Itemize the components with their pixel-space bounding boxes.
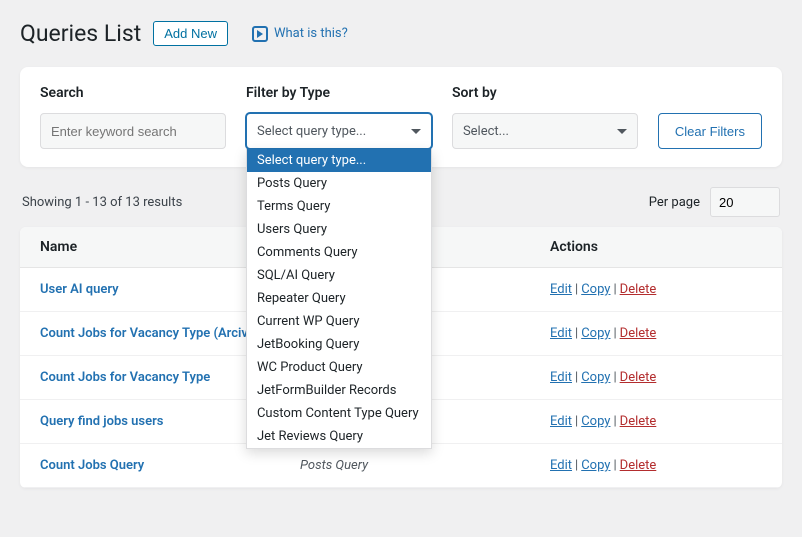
dropdown-option[interactable]: Comments Query bbox=[247, 241, 431, 264]
query-name-link[interactable]: Count Jobs for Vacancy Type bbox=[40, 370, 210, 385]
dropdown-option[interactable]: Users Query bbox=[247, 218, 431, 241]
query-name-link[interactable]: Count Jobs for Vacancy Type (Arcive) bbox=[40, 326, 259, 341]
edit-link[interactable]: Edit bbox=[550, 326, 572, 341]
filter-type-select[interactable]: Select query type... bbox=[246, 113, 432, 149]
chevron-down-icon bbox=[617, 129, 627, 134]
copy-link[interactable]: Copy bbox=[581, 414, 610, 429]
edit-link[interactable]: Edit bbox=[550, 282, 572, 297]
what-is-this-link[interactable]: What is this? bbox=[252, 26, 348, 42]
per-page-input[interactable] bbox=[710, 187, 780, 217]
query-name-link[interactable]: User AI query bbox=[40, 282, 119, 297]
copy-link[interactable]: Copy bbox=[581, 282, 610, 297]
per-page-label: Per page bbox=[649, 195, 700, 210]
sort-select[interactable]: Select... bbox=[452, 113, 638, 149]
dropdown-option[interactable]: Custom Content Type Query bbox=[247, 402, 431, 425]
delete-link[interactable]: Delete bbox=[620, 282, 657, 297]
dropdown-option[interactable]: Select query type... bbox=[247, 149, 431, 172]
edit-link[interactable]: Edit bbox=[550, 414, 572, 429]
delete-link[interactable]: Delete bbox=[620, 370, 657, 385]
page-title: Queries List bbox=[20, 20, 141, 47]
query-type: Posts Query bbox=[300, 458, 550, 473]
table-row: Count Jobs QueryPosts QueryEdit|Copy|Del… bbox=[20, 444, 782, 488]
dropdown-option[interactable]: SQL/AI Query bbox=[247, 264, 431, 287]
dropdown-option[interactable]: JetFormBuilder Records bbox=[247, 379, 431, 402]
chevron-down-icon bbox=[411, 129, 421, 134]
delete-link[interactable]: Delete bbox=[620, 326, 657, 341]
search-input[interactable] bbox=[40, 113, 226, 149]
what-is-this-label: What is this? bbox=[274, 26, 348, 41]
delete-link[interactable]: Delete bbox=[620, 414, 657, 429]
edit-link[interactable]: Edit bbox=[550, 370, 572, 385]
edit-link[interactable]: Edit bbox=[550, 458, 572, 473]
dropdown-option[interactable]: Terms Query bbox=[247, 195, 431, 218]
dropdown-option[interactable]: Jet Reviews Query bbox=[247, 425, 431, 448]
dropdown-option[interactable]: JetBooking Query bbox=[247, 333, 431, 356]
sort-value: Select... bbox=[463, 124, 509, 139]
dropdown-option[interactable]: Repeater Query bbox=[247, 287, 431, 310]
copy-link[interactable]: Copy bbox=[581, 370, 610, 385]
filter-panel: Search Filter by Type Select query type.… bbox=[20, 67, 782, 167]
filter-type-dropdown: Select query type...Posts QueryTerms Que… bbox=[246, 149, 432, 449]
filter-type-value: Select query type... bbox=[257, 124, 366, 139]
search-label: Search bbox=[40, 85, 226, 101]
delete-link[interactable]: Delete bbox=[620, 458, 657, 473]
query-name-link[interactable]: Count Jobs Query bbox=[40, 458, 144, 473]
play-icon bbox=[252, 26, 268, 42]
query-name-link[interactable]: Query find jobs users bbox=[40, 414, 163, 429]
results-count: Showing 1 - 13 of 13 results bbox=[22, 195, 182, 210]
dropdown-option[interactable]: Posts Query bbox=[247, 172, 431, 195]
dropdown-option[interactable]: WC Product Query bbox=[247, 356, 431, 379]
dropdown-option[interactable]: Current WP Query bbox=[247, 310, 431, 333]
add-new-button[interactable]: Add New bbox=[153, 21, 228, 46]
filter-type-label: Filter by Type bbox=[246, 85, 432, 101]
copy-link[interactable]: Copy bbox=[581, 458, 610, 473]
copy-link[interactable]: Copy bbox=[581, 326, 610, 341]
sort-label: Sort by bbox=[452, 85, 638, 101]
column-actions: Actions bbox=[550, 239, 762, 255]
clear-filters-button[interactable]: Clear Filters bbox=[658, 113, 762, 149]
